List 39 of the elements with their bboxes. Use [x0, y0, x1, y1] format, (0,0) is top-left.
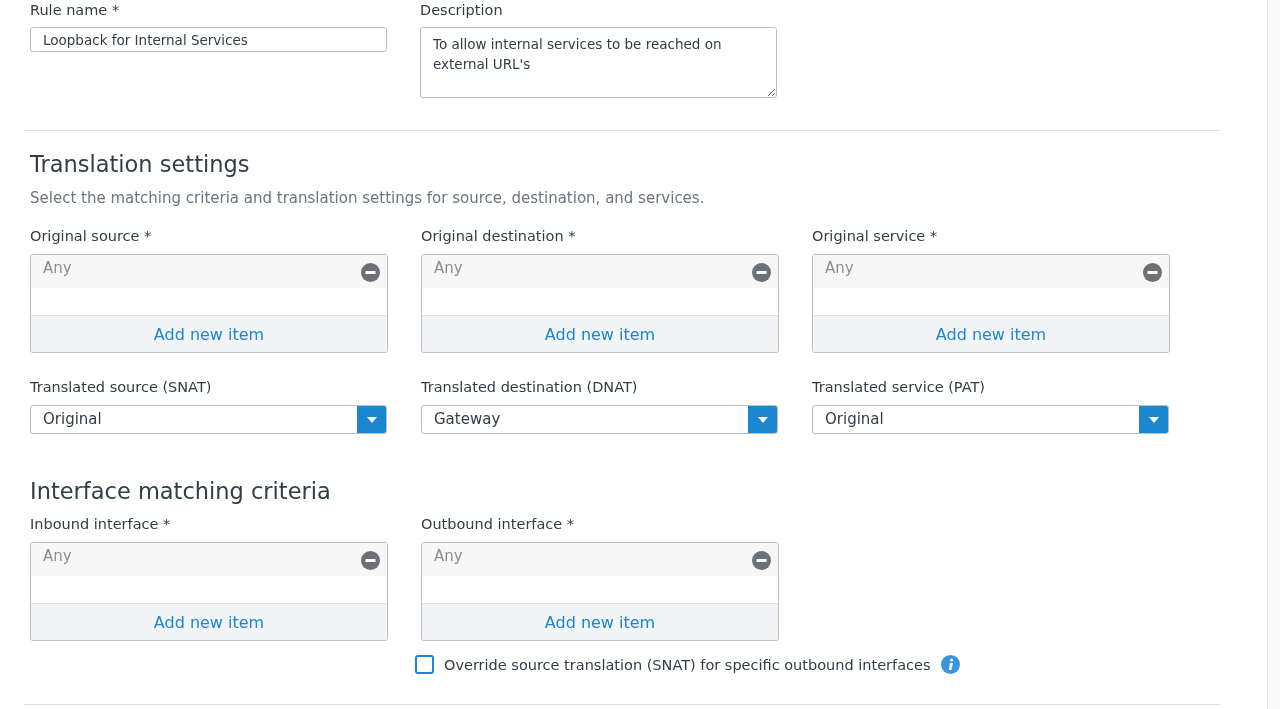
- add-item-button[interactable]: Add new item: [31, 316, 387, 352]
- field-label: Translated destination (DNAT): [421, 379, 639, 396]
- caret-icon: [366, 416, 377, 423]
- section-heading: Translation settings: [30, 150, 251, 178]
- list-item[interactable]: Any: [43, 547, 72, 565]
- remove-icon[interactable]: [752, 551, 771, 570]
- dropdown[interactable]: Original: [30, 405, 387, 434]
- remove-icon[interactable]: [1143, 263, 1162, 282]
- remove-icon[interactable]: [752, 263, 771, 282]
- add-item-button[interactable]: Add new item: [813, 316, 1169, 352]
- dropdown[interactable]: Original: [812, 405, 1169, 434]
- field-label: Translated service (PAT): [812, 379, 986, 396]
- rule-name-field[interactable]: Loopback for Internal Services: [30, 27, 387, 52]
- caret-icon: [1148, 416, 1159, 423]
- info-icon[interactable]: [940, 655, 960, 674]
- list-item[interactable]: Any: [43, 259, 72, 277]
- list-item[interactable]: Any: [825, 259, 854, 277]
- add-item-button[interactable]: Add new item: [422, 604, 778, 640]
- field-label: Original service *: [812, 228, 939, 245]
- field-label: Description: [420, 2, 504, 19]
- dropdown[interactable]: Gateway: [421, 405, 778, 434]
- field-label: Original destination *: [421, 228, 577, 245]
- section-heading: Interface matching criteria: [30, 477, 332, 505]
- section-description: Select the matching criteria and translation settings for source, destination, and services.: [30, 189, 706, 207]
- list-item[interactable]: Any: [434, 259, 463, 277]
- field-label: Original source *: [30, 228, 153, 245]
- checkbox[interactable]: [415, 655, 434, 674]
- list-item[interactable]: Any: [434, 547, 463, 565]
- remove-icon[interactable]: [361, 551, 380, 570]
- add-item-button[interactable]: Add new item: [31, 604, 387, 640]
- field-label: Inbound interface *: [30, 516, 172, 533]
- field-label: Outbound interface *: [421, 516, 576, 533]
- add-item-button[interactable]: Add new item: [422, 316, 778, 352]
- remove-icon[interactable]: [361, 263, 380, 282]
- field-label: Translated source (SNAT): [30, 379, 213, 396]
- field-label: Rule name *: [30, 2, 121, 19]
- caret-icon: [757, 416, 768, 423]
- description-field[interactable]: To allow internal services to be reached on external URL's: [420, 27, 777, 98]
- checkbox-label: Override source translation (SNAT) for specific outbound interfaces: [444, 656, 931, 673]
